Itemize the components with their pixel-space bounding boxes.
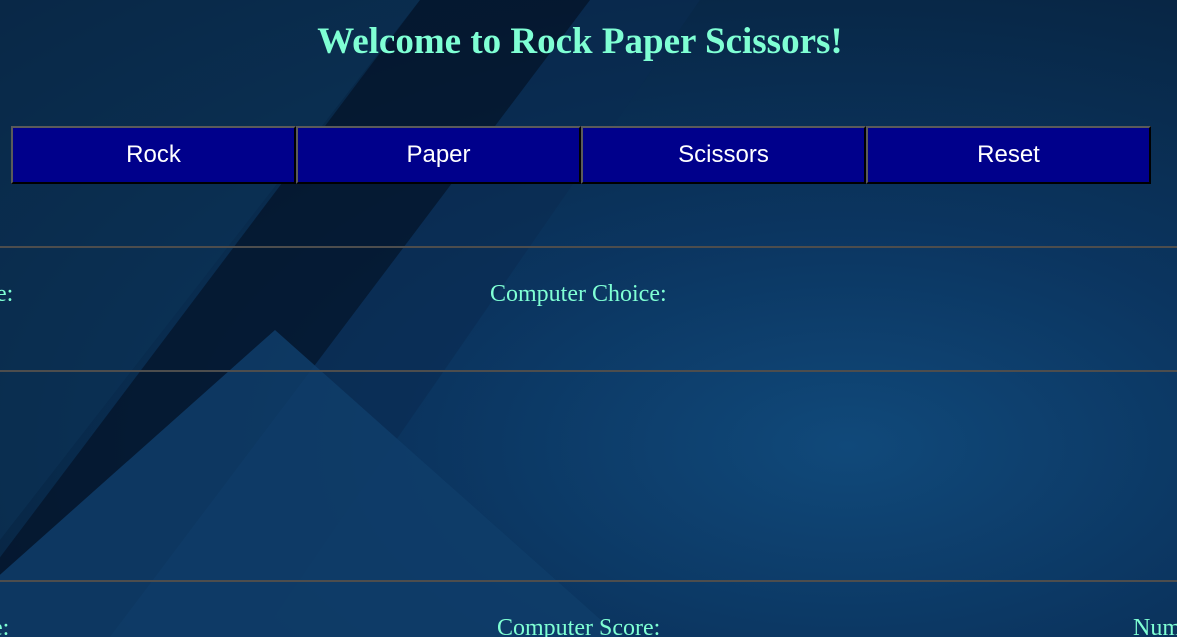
scissors-button[interactable]: Scissors (581, 126, 866, 184)
divider (0, 370, 1177, 372)
number-label: Num (1133, 615, 1177, 637)
page-title: Welcome to Rock Paper Scissors! (317, 21, 843, 62)
divider (0, 246, 1177, 248)
choice-button-row: Rock Paper Scissors Reset (11, 126, 1151, 184)
user-score-label: e: (0, 615, 10, 637)
paper-button[interactable]: Paper (296, 126, 581, 184)
computer-choice-label: Computer Choice: (490, 281, 667, 307)
divider (0, 580, 1177, 582)
computer-score-label: Computer Score: (497, 615, 661, 637)
reset-button[interactable]: Reset (866, 126, 1151, 184)
user-choice-label: e: (0, 281, 14, 307)
background (0, 0, 1177, 637)
rock-button[interactable]: Rock (11, 126, 296, 184)
background-shapes (0, 0, 700, 637)
